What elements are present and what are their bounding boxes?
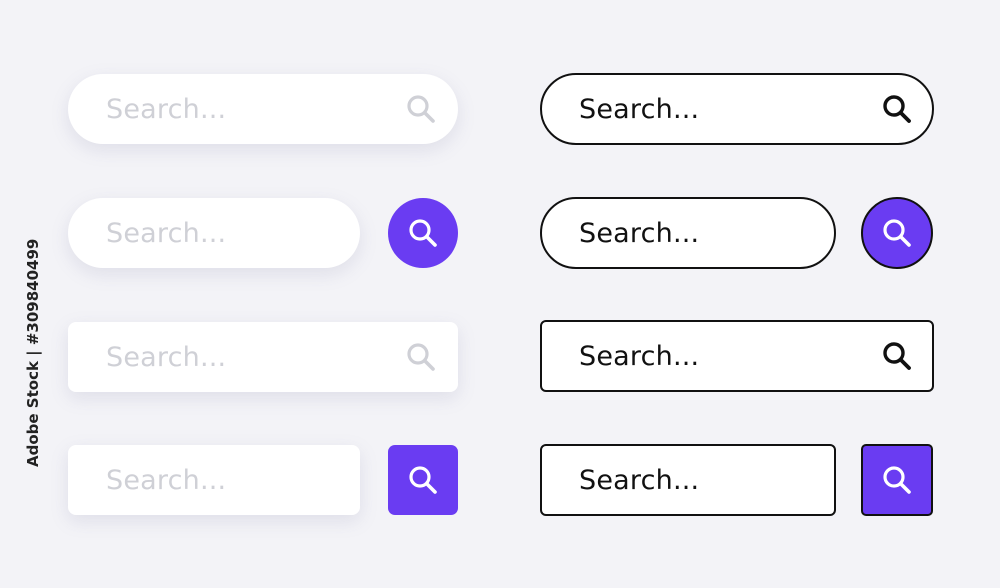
search-placeholder: Search... (579, 217, 700, 249)
search-button-square[interactable] (388, 445, 458, 515)
search-icon[interactable] (404, 92, 438, 126)
outlined-search-bar-pill-with-button[interactable]: Search... (540, 197, 836, 269)
outlined-search-bar-rect-with-button[interactable]: Search... (540, 444, 836, 516)
search-icon[interactable] (880, 339, 914, 373)
search-placeholder: Search... (579, 93, 700, 125)
search-placeholder: Search... (579, 340, 700, 372)
search-placeholder: Search... (106, 464, 227, 496)
soft-search-bar-pill[interactable]: Search... (68, 74, 458, 144)
search-icon (409, 466, 437, 494)
search-icon[interactable] (880, 92, 914, 126)
outlined-search-bar-pill[interactable]: Search... (540, 73, 934, 145)
stock-watermark: Adobe Stock | #309840499 (24, 238, 42, 467)
search-icon[interactable] (404, 340, 438, 374)
soft-search-bar-rect[interactable]: Search... (68, 322, 458, 392)
search-placeholder: Search... (106, 93, 227, 125)
search-button-round[interactable] (388, 198, 458, 268)
search-icon (409, 219, 437, 247)
soft-search-bar-rect-with-button[interactable]: Search... (68, 445, 360, 515)
search-icon (883, 466, 911, 494)
search-button-square-outlined[interactable] (861, 444, 933, 516)
search-placeholder: Search... (106, 341, 227, 373)
search-icon (883, 219, 911, 247)
search-placeholder: Search... (579, 464, 700, 496)
soft-search-bar-pill-with-button[interactable]: Search... (68, 198, 360, 268)
search-placeholder: Search... (106, 217, 227, 249)
outlined-search-bar-rect[interactable]: Search... (540, 320, 934, 392)
search-button-round-outlined[interactable] (861, 197, 933, 269)
